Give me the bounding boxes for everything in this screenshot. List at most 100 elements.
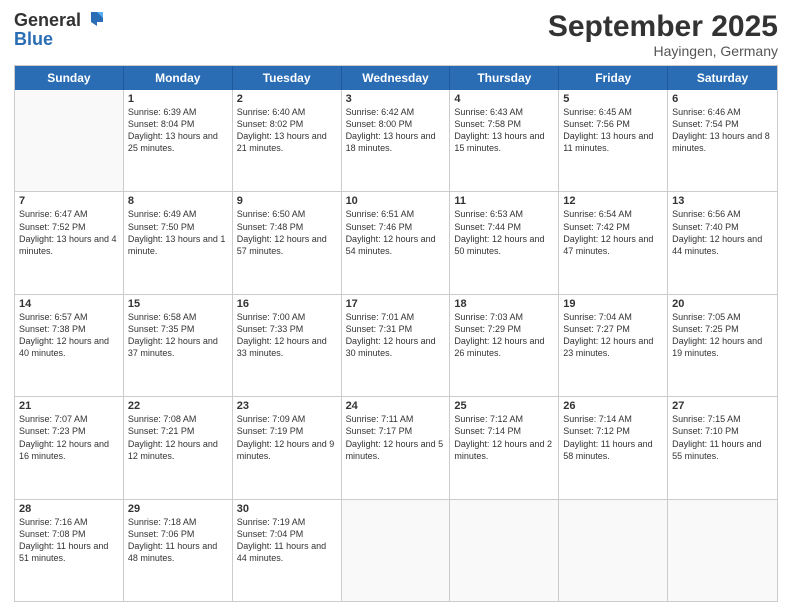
calendar-cell: 12Sunrise: 6:54 AM Sunset: 7:42 PM Dayli… — [559, 192, 668, 293]
calendar-cell: 5Sunrise: 6:45 AM Sunset: 7:56 PM Daylig… — [559, 90, 668, 191]
cell-info: Sunrise: 7:09 AM Sunset: 7:19 PM Dayligh… — [237, 413, 337, 462]
cell-info: Sunrise: 6:53 AM Sunset: 7:44 PM Dayligh… — [454, 208, 554, 257]
header: General Blue September 2025 Hayingen, Ge… — [14, 10, 778, 59]
cell-info: Sunrise: 6:45 AM Sunset: 7:56 PM Dayligh… — [563, 106, 663, 155]
calendar-cell: 11Sunrise: 6:53 AM Sunset: 7:44 PM Dayli… — [450, 192, 559, 293]
calendar-cell: 29Sunrise: 7:18 AM Sunset: 7:06 PM Dayli… — [124, 500, 233, 601]
calendar-cell: 27Sunrise: 7:15 AM Sunset: 7:10 PM Dayli… — [668, 397, 777, 498]
calendar-cell: 16Sunrise: 7:00 AM Sunset: 7:33 PM Dayli… — [233, 295, 342, 396]
calendar-cell: 22Sunrise: 7:08 AM Sunset: 7:21 PM Dayli… — [124, 397, 233, 498]
calendar-cell: 21Sunrise: 7:07 AM Sunset: 7:23 PM Dayli… — [15, 397, 124, 498]
day-number: 28 — [19, 503, 119, 515]
day-number: 8 — [128, 195, 228, 207]
calendar-cell — [559, 500, 668, 601]
cell-info: Sunrise: 6:42 AM Sunset: 8:00 PM Dayligh… — [346, 106, 446, 155]
location: Hayingen, Germany — [548, 43, 778, 59]
calendar-cell: 14Sunrise: 6:57 AM Sunset: 7:38 PM Dayli… — [15, 295, 124, 396]
calendar-body: 1Sunrise: 6:39 AM Sunset: 8:04 PM Daylig… — [15, 90, 777, 601]
day-number: 22 — [128, 400, 228, 412]
calendar-cell: 9Sunrise: 6:50 AM Sunset: 7:48 PM Daylig… — [233, 192, 342, 293]
calendar-row: 21Sunrise: 7:07 AM Sunset: 7:23 PM Dayli… — [15, 397, 777, 499]
cell-info: Sunrise: 6:43 AM Sunset: 7:58 PM Dayligh… — [454, 106, 554, 155]
calendar-cell: 30Sunrise: 7:19 AM Sunset: 7:04 PM Dayli… — [233, 500, 342, 601]
cell-info: Sunrise: 6:51 AM Sunset: 7:46 PM Dayligh… — [346, 208, 446, 257]
day-number: 29 — [128, 503, 228, 515]
calendar-cell — [668, 500, 777, 601]
logo-blue-text: Blue — [14, 29, 105, 50]
calendar-cell: 7Sunrise: 6:47 AM Sunset: 7:52 PM Daylig… — [15, 192, 124, 293]
cell-info: Sunrise: 7:07 AM Sunset: 7:23 PM Dayligh… — [19, 413, 119, 462]
cell-info: Sunrise: 7:15 AM Sunset: 7:10 PM Dayligh… — [672, 413, 773, 462]
cell-info: Sunrise: 7:14 AM Sunset: 7:12 PM Dayligh… — [563, 413, 663, 462]
logo-icon — [83, 8, 105, 30]
calendar-cell: 23Sunrise: 7:09 AM Sunset: 7:19 PM Dayli… — [233, 397, 342, 498]
day-number: 24 — [346, 400, 446, 412]
calendar-cell: 4Sunrise: 6:43 AM Sunset: 7:58 PM Daylig… — [450, 90, 559, 191]
cell-info: Sunrise: 6:46 AM Sunset: 7:54 PM Dayligh… — [672, 106, 773, 155]
calendar-row: 1Sunrise: 6:39 AM Sunset: 8:04 PM Daylig… — [15, 90, 777, 192]
cell-info: Sunrise: 7:12 AM Sunset: 7:14 PM Dayligh… — [454, 413, 554, 462]
cell-info: Sunrise: 7:19 AM Sunset: 7:04 PM Dayligh… — [237, 516, 337, 565]
day-number: 2 — [237, 93, 337, 105]
cell-info: Sunrise: 7:18 AM Sunset: 7:06 PM Dayligh… — [128, 516, 228, 565]
cell-info: Sunrise: 6:50 AM Sunset: 7:48 PM Dayligh… — [237, 208, 337, 257]
day-number: 5 — [563, 93, 663, 105]
calendar-cell: 24Sunrise: 7:11 AM Sunset: 7:17 PM Dayli… — [342, 397, 451, 498]
day-number: 10 — [346, 195, 446, 207]
day-number: 20 — [672, 298, 773, 310]
calendar-cell — [15, 90, 124, 191]
calendar-row: 28Sunrise: 7:16 AM Sunset: 7:08 PM Dayli… — [15, 500, 777, 601]
day-number: 26 — [563, 400, 663, 412]
day-number: 27 — [672, 400, 773, 412]
cell-info: Sunrise: 7:05 AM Sunset: 7:25 PM Dayligh… — [672, 311, 773, 360]
calendar-cell: 18Sunrise: 7:03 AM Sunset: 7:29 PM Dayli… — [450, 295, 559, 396]
day-number: 19 — [563, 298, 663, 310]
cell-info: Sunrise: 6:58 AM Sunset: 7:35 PM Dayligh… — [128, 311, 228, 360]
day-number: 16 — [237, 298, 337, 310]
day-number: 17 — [346, 298, 446, 310]
day-number: 12 — [563, 195, 663, 207]
calendar-cell: 3Sunrise: 6:42 AM Sunset: 8:00 PM Daylig… — [342, 90, 451, 191]
day-number: 1 — [128, 93, 228, 105]
calendar-cell: 17Sunrise: 7:01 AM Sunset: 7:31 PM Dayli… — [342, 295, 451, 396]
day-number: 9 — [237, 195, 337, 207]
logo-general-text: General — [14, 10, 81, 31]
cell-info: Sunrise: 6:39 AM Sunset: 8:04 PM Dayligh… — [128, 106, 228, 155]
page: General Blue September 2025 Hayingen, Ge… — [0, 0, 792, 612]
cell-info: Sunrise: 6:57 AM Sunset: 7:38 PM Dayligh… — [19, 311, 119, 360]
calendar-cell: 10Sunrise: 6:51 AM Sunset: 7:46 PM Dayli… — [342, 192, 451, 293]
calendar-cell: 6Sunrise: 6:46 AM Sunset: 7:54 PM Daylig… — [668, 90, 777, 191]
day-header-wednesday: Wednesday — [342, 66, 451, 90]
cell-info: Sunrise: 7:03 AM Sunset: 7:29 PM Dayligh… — [454, 311, 554, 360]
cell-info: Sunrise: 6:40 AM Sunset: 8:02 PM Dayligh… — [237, 106, 337, 155]
day-header-monday: Monday — [124, 66, 233, 90]
calendar-cell: 8Sunrise: 6:49 AM Sunset: 7:50 PM Daylig… — [124, 192, 233, 293]
calendar-cell — [450, 500, 559, 601]
calendar-cell: 19Sunrise: 7:04 AM Sunset: 7:27 PM Dayli… — [559, 295, 668, 396]
day-number: 3 — [346, 93, 446, 105]
calendar-row: 14Sunrise: 6:57 AM Sunset: 7:38 PM Dayli… — [15, 295, 777, 397]
day-number: 18 — [454, 298, 554, 310]
calendar-cell: 15Sunrise: 6:58 AM Sunset: 7:35 PM Dayli… — [124, 295, 233, 396]
calendar-cell: 13Sunrise: 6:56 AM Sunset: 7:40 PM Dayli… — [668, 192, 777, 293]
calendar-cell: 26Sunrise: 7:14 AM Sunset: 7:12 PM Dayli… — [559, 397, 668, 498]
title-section: September 2025 Hayingen, Germany — [548, 10, 778, 59]
day-header-sunday: Sunday — [15, 66, 124, 90]
calendar-cell — [342, 500, 451, 601]
cell-info: Sunrise: 7:00 AM Sunset: 7:33 PM Dayligh… — [237, 311, 337, 360]
day-number: 11 — [454, 195, 554, 207]
day-number: 30 — [237, 503, 337, 515]
day-number: 4 — [454, 93, 554, 105]
day-number: 14 — [19, 298, 119, 310]
day-number: 15 — [128, 298, 228, 310]
cell-info: Sunrise: 6:56 AM Sunset: 7:40 PM Dayligh… — [672, 208, 773, 257]
day-number: 13 — [672, 195, 773, 207]
cell-info: Sunrise: 7:16 AM Sunset: 7:08 PM Dayligh… — [19, 516, 119, 565]
calendar-cell: 2Sunrise: 6:40 AM Sunset: 8:02 PM Daylig… — [233, 90, 342, 191]
day-header-thursday: Thursday — [450, 66, 559, 90]
cell-info: Sunrise: 6:49 AM Sunset: 7:50 PM Dayligh… — [128, 208, 228, 257]
day-header-friday: Friday — [559, 66, 668, 90]
month-title: September 2025 — [548, 10, 778, 43]
day-number: 6 — [672, 93, 773, 105]
day-number: 21 — [19, 400, 119, 412]
